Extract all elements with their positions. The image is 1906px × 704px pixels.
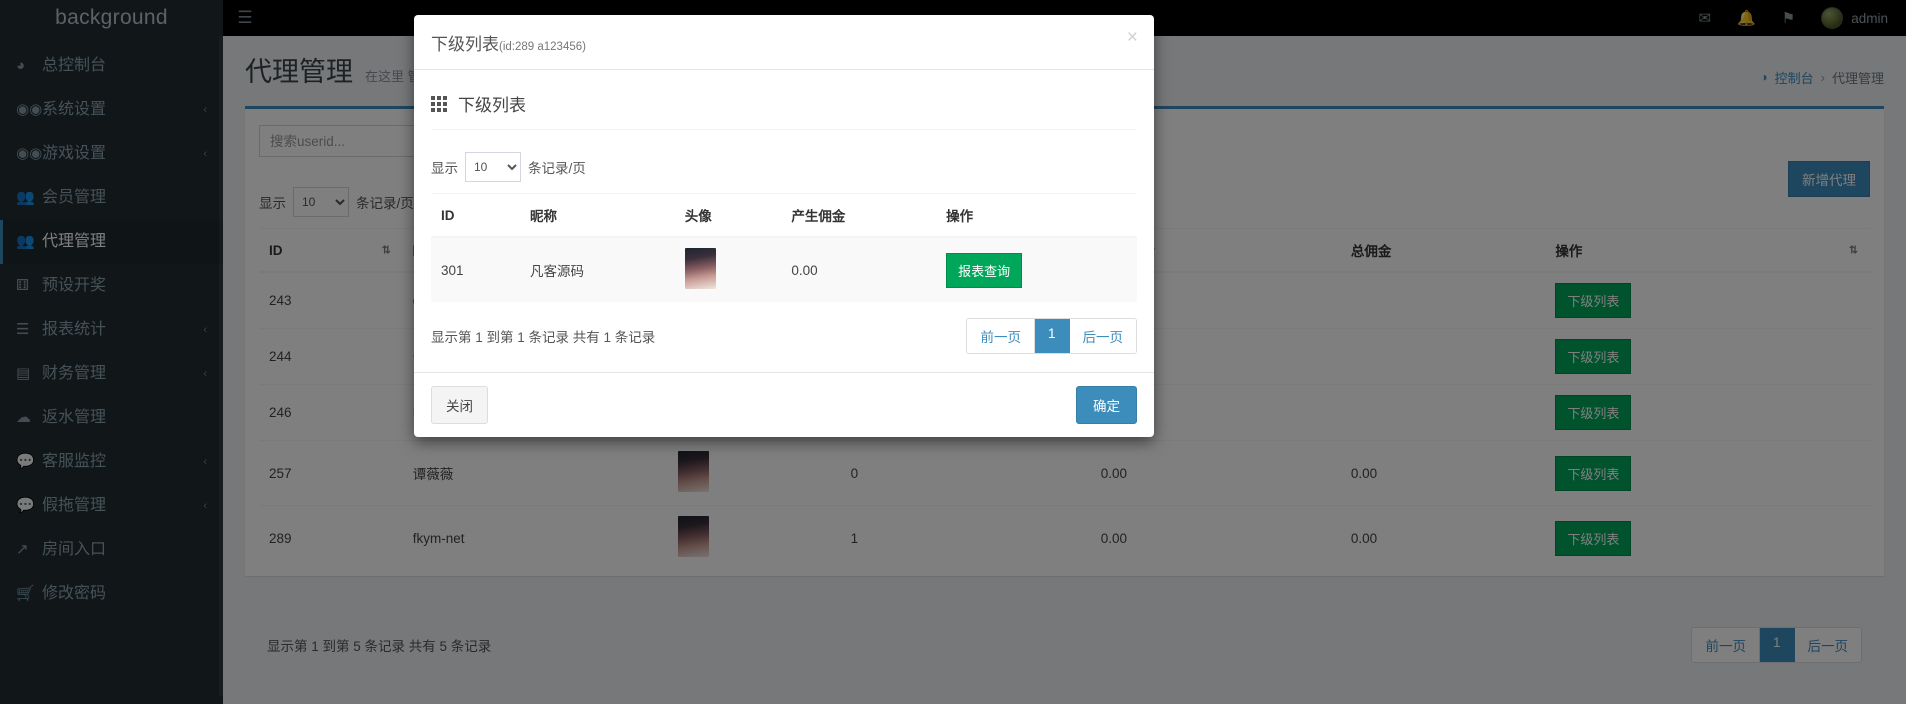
modal-pagination: 前一页 1 后一页	[966, 318, 1137, 354]
modal-table-row: 301凡客源码 0.00 报表查询	[431, 237, 1137, 302]
avatar-thumbnail	[685, 248, 716, 289]
modal-title-sub: (id:289 a123456)	[499, 41, 586, 53]
modal-footer: 关闭 确定	[414, 372, 1154, 437]
modal-cell-commission: 0.00	[781, 237, 936, 302]
modal-header: 下级列表(id:289 a123456) ×	[414, 15, 1154, 70]
modal-column-header-3[interactable]: 产生佣金	[781, 194, 936, 238]
modal-page-length-select[interactable]: 10	[465, 152, 521, 182]
modal-pagination-prev[interactable]: 前一页	[967, 319, 1035, 353]
report-query-button[interactable]: 报表查询	[946, 253, 1022, 288]
modal-close-button[interactable]: 关闭	[431, 386, 488, 424]
app-root: background ◕总控制台◉◉系统设置‹◉◉游戏设置‹👥会员管理👥代理管理…	[0, 0, 1906, 704]
modal-cell-avatar	[675, 237, 782, 302]
sublist-modal: 下级列表(id:289 a123456) × 下级列表 显示 10 条记录/页 …	[414, 15, 1154, 437]
modal-title: 下级列表	[431, 35, 499, 54]
modal-column-header-4[interactable]: 操作	[936, 194, 1137, 238]
modal-pagination-page-1[interactable]: 1	[1035, 319, 1070, 353]
modal-cell-id: 301	[431, 237, 520, 302]
modal-body: 下级列表 显示 10 条记录/页 ID昵称头像产生佣金操作 301凡客源码 0.0…	[414, 70, 1154, 372]
modal-length-suffix-label: 条记录/页	[528, 157, 586, 177]
modal-page-length-row: 显示 10 条记录/页	[431, 152, 1137, 182]
modal-column-header-0[interactable]: ID	[431, 194, 520, 238]
modal-column-header-1[interactable]: 昵称	[520, 194, 675, 238]
modal-cell-nick: 凡客源码	[520, 237, 675, 302]
modal-column-header-2[interactable]: 头像	[675, 194, 782, 238]
modal-length-prefix-label: 显示	[431, 157, 458, 177]
modal-info-pagination: 显示第 1 到第 1 条记录 共有 1 条记录 前一页 1 后一页	[431, 318, 1137, 354]
modal-pagination-next[interactable]: 后一页	[1070, 319, 1137, 353]
modal-records-info: 显示第 1 到第 1 条记录 共有 1 条记录	[431, 326, 655, 346]
modal-panel-header: 下级列表	[431, 84, 1137, 130]
modal-cell-action: 报表查询	[936, 237, 1137, 302]
modal-table-body: 301凡客源码 0.00 报表查询	[431, 237, 1137, 302]
modal-table: ID昵称头像产生佣金操作 301凡客源码 0.00 报表查询	[431, 193, 1137, 302]
modal-panel-title: 下级列表	[458, 91, 526, 116]
modal-table-head: ID昵称头像产生佣金操作	[431, 194, 1137, 238]
modal-confirm-button[interactable]: 确定	[1076, 386, 1137, 424]
modal-table-header-row: ID昵称头像产生佣金操作	[431, 194, 1137, 238]
grid-icon	[431, 96, 447, 112]
close-icon[interactable]: ×	[1127, 28, 1138, 47]
